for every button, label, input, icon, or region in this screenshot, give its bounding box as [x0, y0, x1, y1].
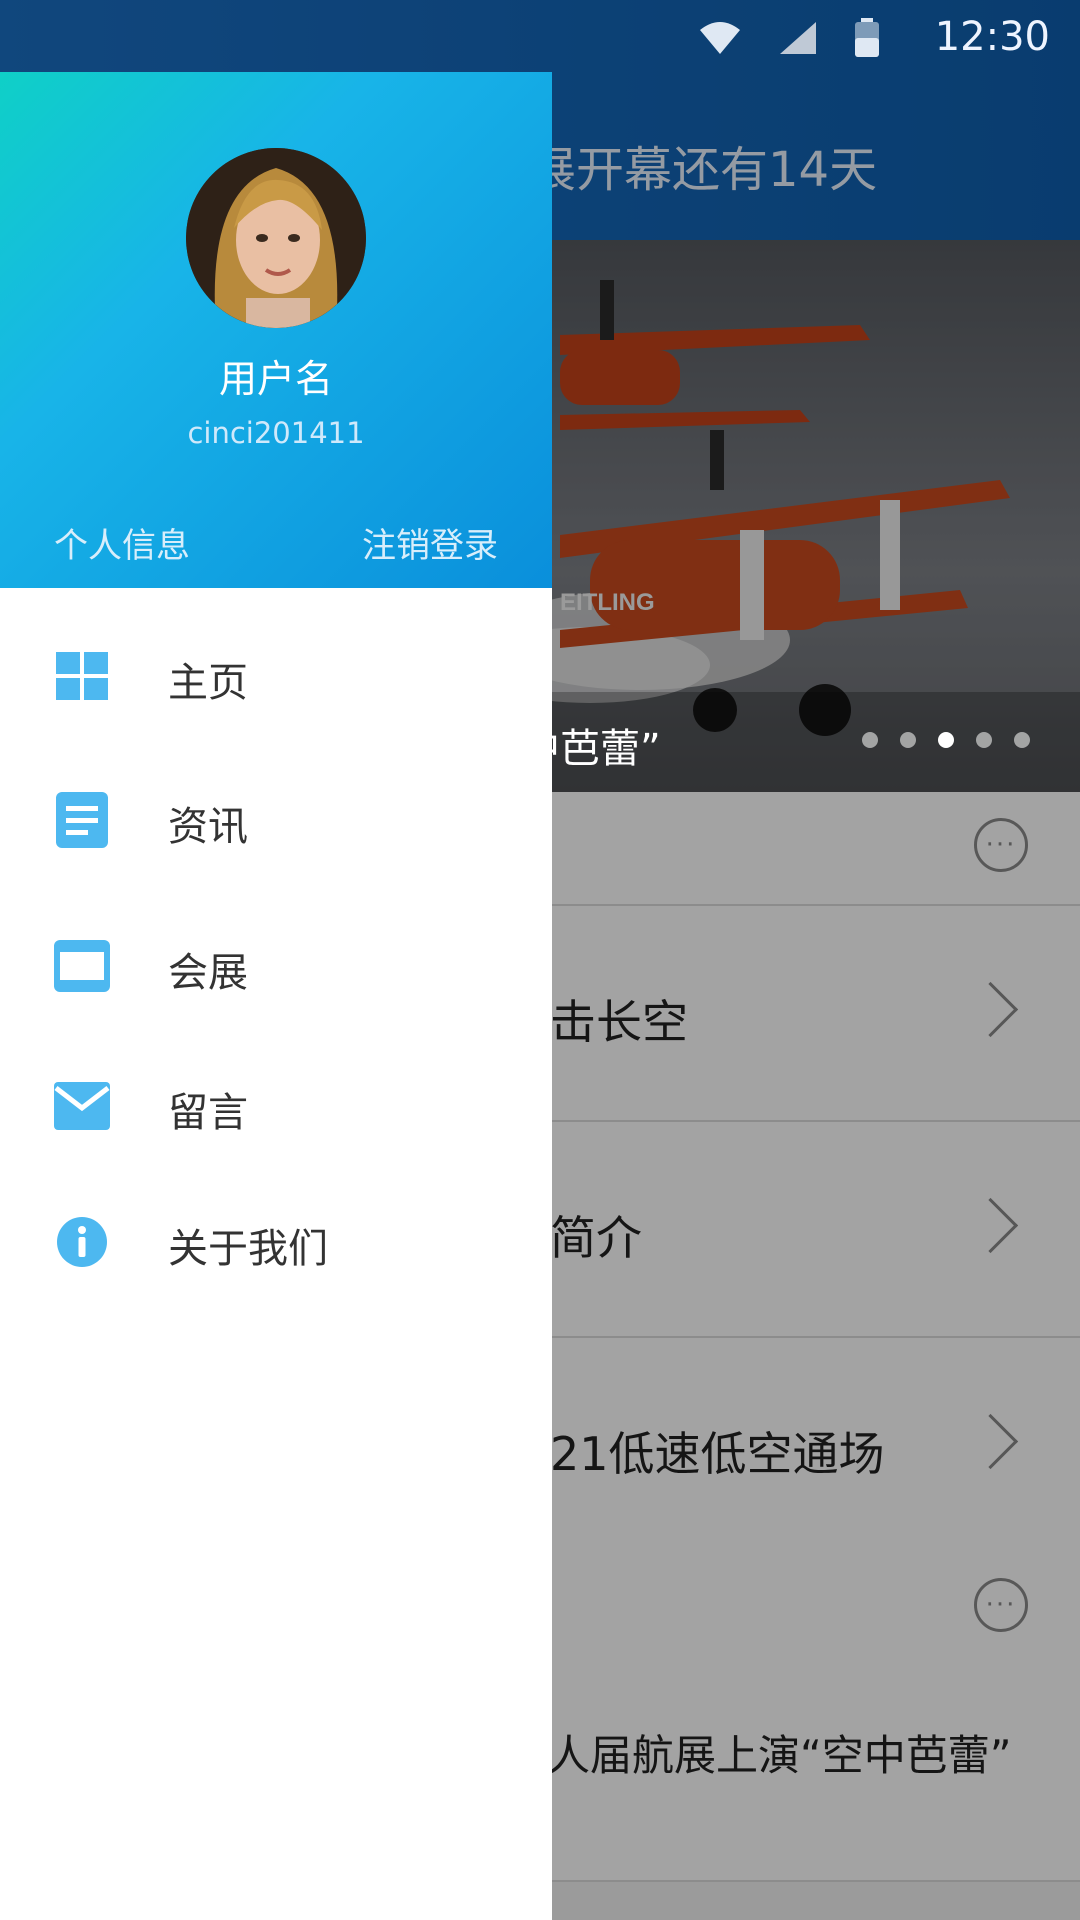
- menu-item-label: 主页: [168, 660, 248, 706]
- menu-item-label: 资讯: [168, 804, 248, 850]
- carousel-indicator: [862, 732, 1030, 748]
- menu-item-about[interactable]: 关于我们: [0, 1182, 552, 1302]
- drawer-header: 用户名 cinci201411 个人信息 注销登录: [0, 72, 552, 588]
- status-icons: [698, 18, 880, 58]
- carousel-dot: [862, 732, 878, 748]
- menu-item-news[interactable]: 资讯: [0, 760, 552, 880]
- info-icon: [57, 1217, 107, 1267]
- carousel-dot: [900, 732, 916, 748]
- menu-item-label: 关于我们: [168, 1226, 328, 1272]
- display-icon: [54, 940, 110, 992]
- carousel-dot: [976, 732, 992, 748]
- status-bar: 12:30: [0, 0, 1080, 72]
- article-icon: [56, 792, 108, 848]
- carousel-dot: [1014, 732, 1030, 748]
- menu-item-message[interactable]: 留言: [0, 1046, 552, 1166]
- username: 用户名: [218, 357, 333, 401]
- menu-item-exhibition[interactable]: 会展: [0, 906, 552, 1026]
- grid-icon: [56, 652, 108, 700]
- navigation-drawer: 用户名 cinci201411 个人信息 注销登录 主页 资讯 会展 留言 关于…: [0, 72, 552, 1920]
- menu-item-home[interactable]: 主页: [0, 616, 552, 736]
- wifi-icon: [700, 22, 740, 54]
- menu-item-label: 会展: [168, 950, 248, 996]
- logout-link[interactable]: 注销登录: [362, 518, 498, 567]
- cellular-signal-icon: [780, 22, 816, 54]
- menu-item-label: 留言: [168, 1090, 248, 1136]
- mail-icon: [54, 1082, 110, 1130]
- avatar[interactable]: [186, 148, 366, 328]
- carousel-dot-active: [938, 732, 954, 748]
- battery-icon: [855, 18, 879, 57]
- user-id: cinci201411: [187, 416, 365, 450]
- profile-link[interactable]: 个人信息: [54, 518, 190, 567]
- avatar-photo: [186, 148, 366, 328]
- status-time: 12:30: [934, 14, 1050, 60]
